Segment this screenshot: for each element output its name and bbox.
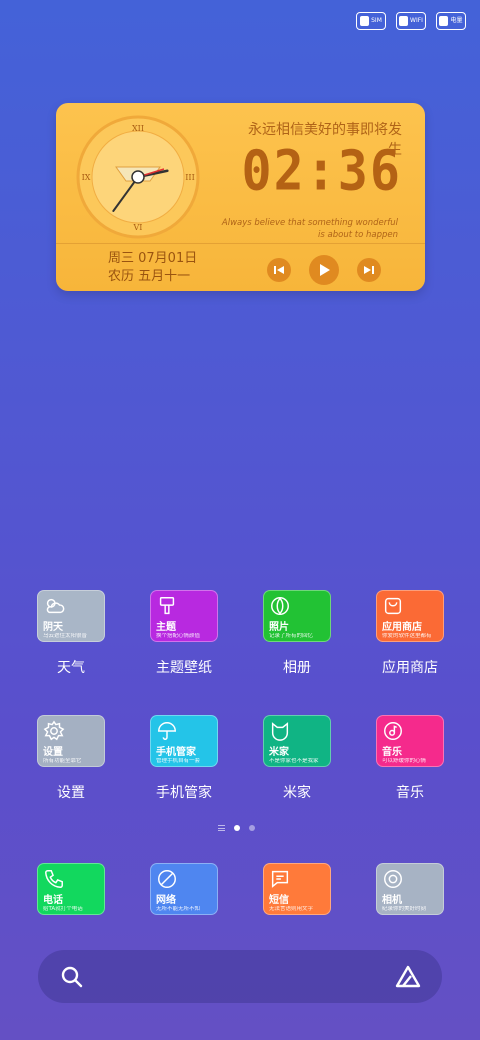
app-label: 天气	[57, 660, 85, 676]
app-music[interactable]: 音乐 可以舒缓你的心情 音乐	[360, 715, 460, 802]
search-bar[interactable]	[38, 950, 442, 1003]
theme-tile[interactable]: 主题 换个搭配心情颜值	[150, 590, 218, 642]
digital-time: 02:36	[241, 139, 402, 203]
shopping-bag-icon	[384, 597, 402, 615]
app-store[interactable]: 应用商店 你爱的软件这里都有 应用商店	[360, 590, 460, 677]
clock-tagline: Always believe that something wonderful …	[221, 218, 398, 240]
clock-numeral-12: XII	[132, 124, 144, 133]
clock-numeral-3: III	[185, 173, 194, 182]
page-indicator[interactable]	[218, 825, 255, 831]
app-mijia[interactable]: 米家 不是你家也不是我家 米家	[247, 715, 347, 802]
lunar-date: 农历 五月十一	[108, 269, 191, 284]
settings-tile[interactable]: 设置 所有功能全靠它	[37, 715, 105, 767]
dock-browser[interactable]: 网络 无所不能无所不知	[134, 863, 234, 915]
mijia-tile[interactable]: 米家 不是你家也不是我家	[263, 715, 331, 767]
gear-icon	[43, 720, 65, 741]
phone-icon	[45, 870, 63, 888]
music-note-icon	[384, 722, 402, 740]
browser-tile[interactable]: 网络 无所不能无所不知	[150, 863, 218, 915]
dock-messages[interactable]: 短信 无法言语则用文字	[247, 863, 347, 915]
weather-tile[interactable]: 阴天 乌云遮住太阳很普	[37, 590, 105, 642]
message-icon	[271, 870, 289, 888]
camera-tile[interactable]: 相机 纪录你的美好时刻	[376, 863, 444, 915]
next-icon[interactable]	[357, 258, 381, 282]
app-gallery[interactable]: 照片 记录了所有的回忆 相册	[247, 590, 347, 677]
app-label: 音乐	[396, 785, 424, 801]
date-info: 周三 07月01日 农历 五月十一	[108, 250, 197, 286]
sim-icon: SIM	[356, 12, 386, 30]
battery-icon: 电量	[436, 12, 466, 30]
camera-icon	[384, 870, 402, 888]
cloud-sun-icon	[46, 598, 65, 614]
dock-camera[interactable]: 相机 纪录你的美好时刻	[360, 863, 460, 915]
app-settings[interactable]: 设置 所有功能全靠它 设置	[21, 715, 121, 802]
weekday-date: 周三 07月01日	[108, 251, 198, 266]
app-label: 米家	[283, 785, 311, 801]
wifi-icon: WIFI	[396, 12, 426, 30]
security-tile[interactable]: 手机管家 管理手机自有一套	[150, 715, 218, 767]
flower-icon	[271, 597, 289, 615]
music-tile[interactable]: 音乐 可以舒缓你的心情	[376, 715, 444, 767]
page-list-icon[interactable]	[218, 825, 225, 831]
phone-tile[interactable]: 电话 给TA就打个电话	[37, 863, 105, 915]
app-label: 设置	[57, 785, 85, 801]
assistant-icon[interactable]	[394, 964, 422, 990]
app-security[interactable]: 手机管家 管理手机自有一套 手机管家	[134, 715, 234, 802]
paintbrush-icon	[159, 597, 175, 615]
app-label: 应用商店	[382, 660, 438, 676]
previous-icon[interactable]	[267, 258, 291, 282]
dock-phone[interactable]: 电话 给TA就打个电话	[21, 863, 121, 915]
messages-tile[interactable]: 短信 无法言语则用文字	[263, 863, 331, 915]
store-tile[interactable]: 应用商店 你爱的软件这里都有	[376, 590, 444, 642]
app-label: 相册	[283, 660, 311, 676]
mijia-cat-icon	[271, 722, 289, 741]
search-icon[interactable]	[60, 965, 84, 989]
umbrella-icon	[158, 722, 176, 740]
app-label: 主题壁纸	[156, 660, 212, 676]
clock-numeral-6: VI	[133, 223, 143, 232]
page-dot-1[interactable]	[234, 825, 240, 831]
status-bar: SIM WIFI 电量	[356, 12, 466, 30]
analog-clock: XII III VI IX	[76, 115, 200, 239]
clock-widget[interactable]: XII III VI IX 永远相信美好的事即将发生 02:36 Always …	[56, 103, 425, 291]
gallery-tile[interactable]: 照片 记录了所有的回忆	[263, 590, 331, 642]
clock-numeral-9: IX	[82, 173, 91, 182]
divider	[56, 243, 425, 244]
app-weather[interactable]: 阴天 乌云遮住太阳很普 天气	[21, 590, 121, 677]
app-label: 手机管家	[156, 785, 212, 801]
browser-icon	[158, 870, 176, 888]
page-dot-2[interactable]	[249, 825, 255, 831]
play-icon[interactable]	[309, 255, 339, 285]
app-theme[interactable]: 主题 换个搭配心情颜值 主题壁纸	[134, 590, 234, 677]
music-controls	[267, 255, 381, 285]
